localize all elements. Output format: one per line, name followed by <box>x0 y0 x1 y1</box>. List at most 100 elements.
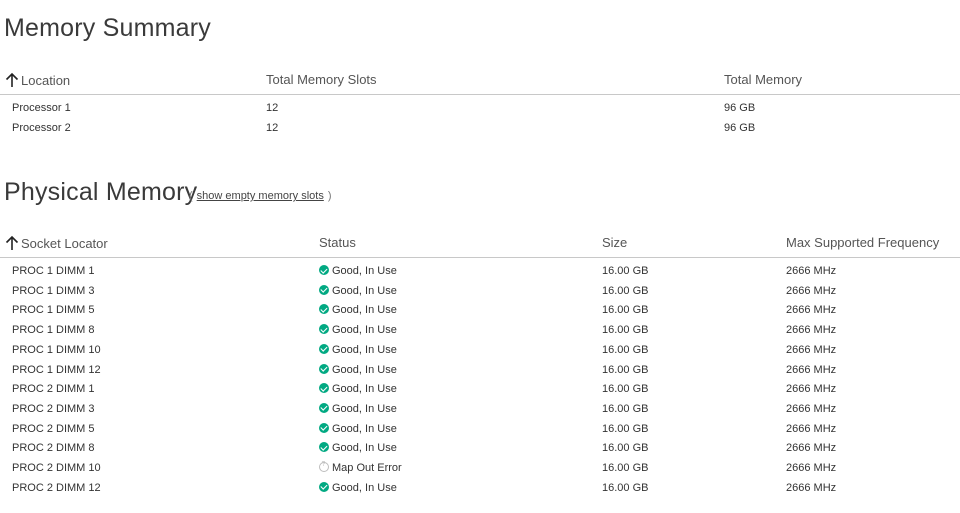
frequency-cell: 2666 MHz <box>786 363 837 376</box>
size-cell: 16.00 GB <box>602 343 649 356</box>
ok-check-icon <box>319 284 329 295</box>
physical-memory-header: Socket Locator Status Size Max Supported… <box>0 231 960 258</box>
frequency-cell: 2666 MHz <box>786 324 837 337</box>
socket-locator-cell: PROC 1 DIMM 1 <box>12 265 95 277</box>
status-cell: Good, In Use <box>319 265 397 277</box>
status-text: Good, In Use <box>332 363 397 376</box>
location-cell: Processor 1 <box>12 102 71 114</box>
physical-memory-row: PROC 1 DIMM 3 Good, In Use 16.00 GB 2666 MH… <box>0 282 960 302</box>
frequency-cell: 2666 MHz <box>786 402 837 415</box>
status-cell: Good, In Use <box>319 402 397 415</box>
sort-ascending-icon <box>5 72 19 87</box>
physical-memory-row: PROC 2 DIMM 5 Good, In Use 16.00 GB 2666 MH… <box>0 420 960 440</box>
summary-table-row: Processor 1 12 96 GB <box>0 99 960 119</box>
status-cell: Map Out Error <box>319 461 402 474</box>
socket-locator-cell: PROC 2 DIMM 1 <box>12 383 95 396</box>
size-cell: 16.00 GB <box>602 422 649 435</box>
status-text: Good, In Use <box>332 343 397 356</box>
physical-memory-row: PROC 1 DIMM 1 Good, In Use 16.00 GB 2666 MH… <box>0 262 960 282</box>
frequency-cell: 2666 MHz <box>786 284 837 297</box>
physical-memory-row: PROC 1 DIMM 5 Good, In Use 16.00 GB 2666 MH… <box>0 301 960 321</box>
memory-summary-header: Location Total Memory Slots Total Memory <box>0 68 960 95</box>
frequency-cell: 2666 MHz <box>786 383 837 396</box>
ok-check-icon <box>319 265 329 275</box>
physical-memory-row: PROC 1 DIMM 10 Good, In Use 16.00 GB 2666 M… <box>0 341 960 361</box>
status-cell: Good, In Use <box>319 304 397 316</box>
max-frequency-column-header[interactable]: Max Supported Frequency <box>786 235 939 250</box>
size-cell: 16.00 GB <box>602 481 649 494</box>
ok-check-icon <box>319 442 329 453</box>
open-paren: ( <box>189 190 193 202</box>
socket-locator-cell: PROC 2 DIMM 3 <box>12 402 95 415</box>
location-column-header[interactable]: Location <box>4 72 70 91</box>
status-column-header[interactable]: Status <box>319 235 356 250</box>
total-memory-cell: 96 GB <box>724 102 756 114</box>
physical-memory-row: PROC 2 DIMM 10 Map Out Error 16.00 GB 2666 … <box>0 459 960 479</box>
size-cell: 16.00 GB <box>602 284 649 297</box>
memory-summary-title: Memory Summary <box>4 14 211 42</box>
summary-table-row: Processor 2 12 96 GB <box>0 119 960 139</box>
frequency-cell: 2666 MHz <box>786 481 837 494</box>
status-cell: Good, In Use <box>319 422 397 435</box>
frequency-cell: 2666 MHz <box>786 442 837 455</box>
show-empty-slots-container: ( show empty memory slots) <box>185 190 336 202</box>
socket-locator-cell: PROC 1 DIMM 12 <box>12 363 101 376</box>
location-cell: Processor 2 <box>12 122 71 134</box>
status-text: Good, In Use <box>332 304 397 317</box>
physical-memory-row: PROC 2 DIMM 3 Good, In Use 16.00 GB 2666 MH… <box>0 400 960 420</box>
size-cell: 16.00 GB <box>602 402 649 415</box>
ok-check-icon <box>319 304 329 315</box>
status-text: Good, In Use <box>332 284 397 297</box>
frequency-cell: 2666 MHz <box>786 304 837 317</box>
size-cell: 16.00 GB <box>602 324 649 337</box>
ok-check-icon <box>319 422 329 433</box>
status-text: Good, In Use <box>332 402 397 415</box>
status-cell: Good, In Use <box>319 363 397 376</box>
socket-locator-cell: PROC 2 DIMM 10 <box>12 462 101 474</box>
physical-memory-row: PROC 2 DIMM 1 Good, In Use 16.00 GB 2666 MH… <box>0 380 960 400</box>
show-empty-memory-slots-link[interactable]: show empty memory slots <box>197 190 324 202</box>
status-cell: Good, In Use <box>319 383 397 395</box>
frequency-cell: 2666 MHz <box>786 343 837 356</box>
size-column-header[interactable]: Size <box>602 235 627 250</box>
physical-memory-row: PROC 2 DIMM 12 Good, In Use 16.00 GB 2666 M… <box>0 479 960 499</box>
size-cell: 16.00 GB <box>602 442 649 455</box>
size-cell: 16.00 GB <box>602 304 649 317</box>
status-text: Good, In Use <box>332 422 397 435</box>
frequency-cell: 2666 MHz <box>786 422 837 435</box>
status-text: Good, In Use <box>332 383 397 396</box>
socket-locator-cell: PROC 2 DIMM 8 <box>12 442 95 455</box>
total-memory-cell: 96 GB <box>724 122 756 134</box>
physical-memory-row: PROC 1 DIMM 12 Good, In Use 16.00 GB 2666 M… <box>0 361 960 381</box>
socket-locator-column-header[interactable]: Socket Locator <box>4 235 108 254</box>
physical-memory-title: Physical Memory <box>4 178 198 206</box>
physical-memory-row: PROC 2 DIMM 8 Good, In Use 16.00 GB 2666 MH… <box>0 439 960 459</box>
status-cell: Good, In Use <box>319 343 397 356</box>
status-cell: Good, In Use <box>319 324 397 336</box>
total-memory-column-header[interactable]: Total Memory <box>724 72 802 87</box>
status-cell: Good, In Use <box>319 284 397 297</box>
frequency-cell: 2666 MHz <box>786 462 837 474</box>
size-cell: 16.00 GB <box>602 363 649 376</box>
socket-locator-cell: PROC 2 DIMM 12 <box>12 481 101 494</box>
status-text: Map Out Error <box>332 462 402 474</box>
slots-cell: 12 <box>266 122 279 134</box>
size-cell: 16.00 GB <box>602 383 649 396</box>
total-memory-slots-column-header[interactable]: Total Memory Slots <box>266 72 377 87</box>
socket-locator-cell: PROC 1 DIMM 8 <box>12 324 95 337</box>
status-text: Good, In Use <box>332 442 397 455</box>
status-text: Good, In Use <box>332 481 397 494</box>
socket-locator-column-label: Socket Locator <box>21 235 108 251</box>
status-cell: Good, In Use <box>319 442 397 454</box>
socket-locator-cell: PROC 2 DIMM 5 <box>12 422 95 435</box>
slots-cell: 12 <box>266 102 279 114</box>
ok-check-icon <box>319 343 329 354</box>
ok-check-icon <box>319 402 329 413</box>
socket-locator-cell: PROC 1 DIMM 10 <box>12 343 101 356</box>
ok-check-icon <box>319 363 329 374</box>
physical-memory-row: PROC 1 DIMM 8 Good, In Use 16.00 GB 2666 MH… <box>0 321 960 341</box>
frequency-cell: 2666 MHz <box>786 265 837 277</box>
status-cell: Good, In Use <box>319 481 397 494</box>
status-text: Good, In Use <box>332 265 397 277</box>
close-paren: ) <box>327 190 332 202</box>
